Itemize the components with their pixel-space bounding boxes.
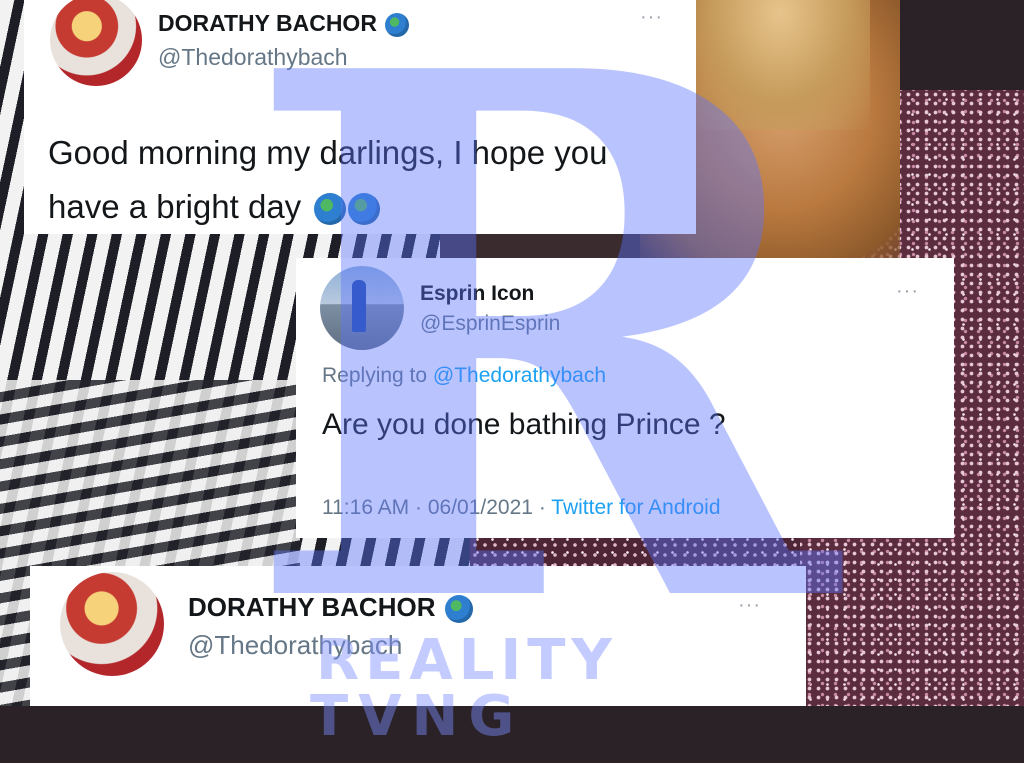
replying-to: Replying to @Thedorathybach: [322, 364, 606, 388]
display-name-text: DORATHY BACHOR: [158, 10, 377, 36]
replying-to-prefix: Replying to: [322, 364, 433, 387]
display-name[interactable]: DORATHY BACHOR: [188, 592, 473, 624]
avatar-figure: [352, 280, 366, 332]
avatar-dorathy[interactable]: [60, 572, 164, 676]
avatar-dorathy[interactable]: [50, 0, 142, 86]
user-handle[interactable]: @Thedorathybach: [158, 44, 348, 71]
tweet-card-dorathy-bottom[interactable]: DORATHY BACHOR @Thedorathybach ···: [30, 566, 806, 706]
mention-link[interactable]: @Thedorathybach: [433, 364, 606, 387]
globe-icon: [348, 193, 381, 226]
globe-icon: [385, 12, 410, 37]
tweet-date[interactable]: 06/01/2021: [428, 496, 533, 519]
user-handle[interactable]: @EsprinEsprin: [420, 312, 560, 336]
tweet-source-link[interactable]: Twitter for Android: [551, 496, 720, 519]
more-dots-icon[interactable]: ···: [640, 6, 663, 29]
tweet-card-dorathy-top[interactable]: DORATHY BACHOR @Thedorathybach ··· Good …: [24, 0, 696, 234]
person-hair: [690, 0, 870, 130]
display-name[interactable]: Esprin Icon: [420, 282, 534, 306]
tweet-text: Are you done bathing Prince ?: [322, 408, 726, 441]
meta-separator: ·: [538, 496, 546, 519]
more-dots-icon[interactable]: ···: [896, 280, 919, 303]
tweet-text-line2: have a bright day: [48, 188, 381, 226]
display-name-text: DORATHY BACHOR: [188, 592, 436, 622]
tweet-meta: 11:16 AM · 06/01/2021 · Twitter for Andr…: [322, 496, 721, 520]
tweet-time[interactable]: 11:16 AM: [322, 496, 409, 519]
avatar-esprin[interactable]: [320, 266, 404, 350]
tweet-text-line1: Good morning my darlings, I hope you: [48, 134, 608, 171]
globe-icon: [314, 193, 347, 226]
display-name[interactable]: DORATHY BACHOR: [158, 10, 410, 37]
more-dots-icon[interactable]: ···: [738, 594, 761, 617]
tweet-text-line2-text: have a bright day: [48, 188, 302, 225]
user-handle[interactable]: @Thedorathybach: [188, 630, 402, 661]
globe-icon: [444, 595, 473, 624]
meta-separator: ·: [415, 496, 423, 519]
tweet-card-esprin[interactable]: Esprin Icon @EsprinEsprin ··· Replying t…: [296, 258, 954, 538]
